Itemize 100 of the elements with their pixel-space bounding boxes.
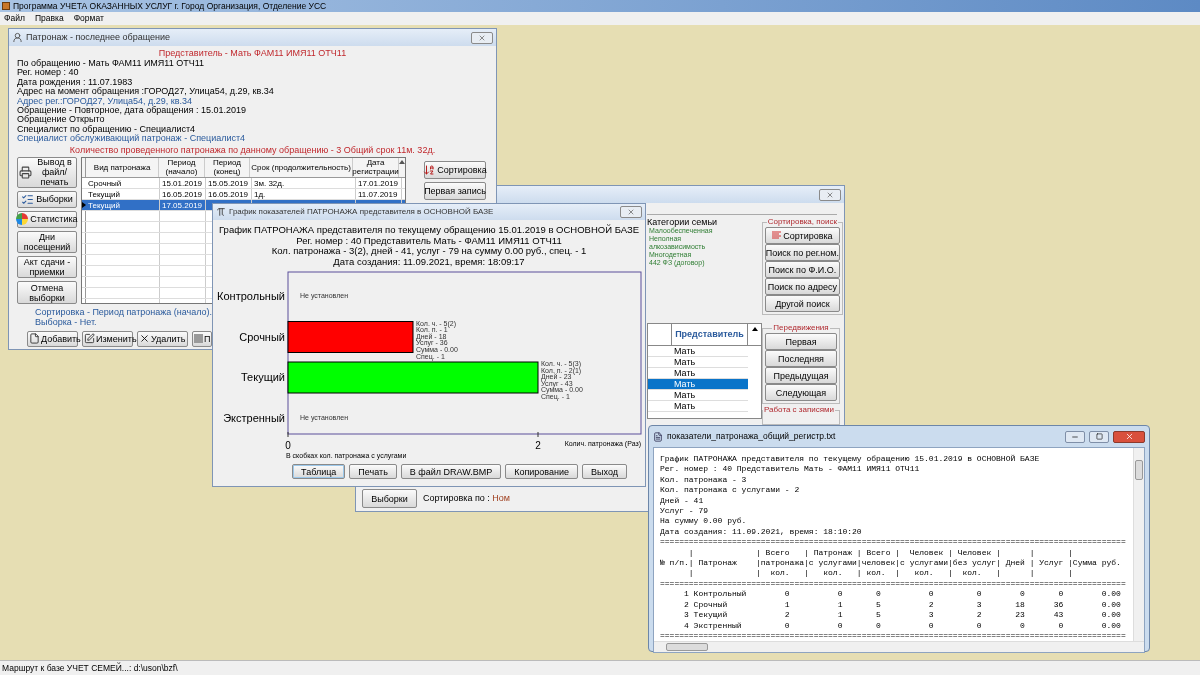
table-row[interactable]: Мать (648, 401, 748, 412)
window-title: Патронаж - последнее обращение (26, 30, 172, 44)
pi-icon (216, 207, 226, 217)
table-row[interactable]: Срочный 15.01.2019 15.05.2019 3м. 32д. 17.01.2019 (82, 177, 405, 189)
table-cell: Текущий (86, 188, 160, 199)
delete-icon (139, 333, 150, 345)
app-title: Программа УЧЕТА ОКАЗАННЫХ УСЛУГ г. Город Организация, Отделение УСС (13, 0, 327, 12)
side-button[interactable]: Статистика (17, 211, 77, 228)
info-line: Обращение - Повторное, дата обращения : 15.01.2019 (17, 106, 247, 116)
search-button[interactable]: Поиск по рег.ном. (764, 244, 840, 261)
navigation-button[interactable]: Последняя (765, 350, 837, 367)
menu-item[interactable]: Формат (73, 12, 104, 25)
search-button[interactable]: Сортировка (764, 227, 840, 244)
search-button[interactable]: Поиск по Ф.И.О. (764, 261, 840, 278)
info-line: Адрес на момент обращения :ГОРОД27, Улица54, д.29, кв.34 (17, 87, 274, 97)
table-cell: 1д. (252, 188, 356, 199)
sort-label: Сортировка по : Ном (423, 491, 510, 505)
maximize-button[interactable] (1089, 430, 1109, 443)
status-note: Сортировка - Период патронажа (начало). (35, 306, 213, 318)
chart-button[interactable]: Выход (582, 464, 627, 479)
chart-button[interactable]: Таблица (292, 464, 346, 479)
status-text: Маршрут к базе УЧЕТ СЕМЕЙ...: d:\uson\bzf\ (2, 661, 178, 675)
table-cell: 16.05.2019 (206, 188, 252, 199)
column-header: Представитель (672, 324, 748, 345)
table-row[interactable]: Мать (648, 390, 748, 401)
chart-header-line: Кол. патронажа - 3(2), дней - 41, услуг - 79 на сумму 0.00 руб., спец. - 1 (271, 246, 587, 257)
chart-button[interactable]: Копирование (505, 464, 579, 479)
person-icon (12, 32, 23, 43)
close-icon (826, 190, 834, 199)
pie-chart-icon (16, 213, 29, 226)
table-cell: 17.05.2019 (160, 199, 206, 210)
menu-item[interactable]: Правка (34, 12, 64, 25)
info-line: Обращение Открыто (17, 115, 105, 125)
category-label: Срочный (239, 330, 285, 343)
table-cell: Текущий (86, 199, 160, 210)
side-button[interactable]: Выборки (17, 191, 77, 208)
table-row[interactable]: Мать (648, 357, 748, 368)
search-button[interactable]: Поиск по адресу (764, 278, 840, 295)
search-button[interactable]: Другой поиск (764, 295, 840, 312)
side-button[interactable]: Дни посещений (17, 231, 77, 254)
column-header: Вид патронажа (85, 157, 160, 177)
navigation-button[interactable]: Следующая (765, 384, 837, 401)
table-row[interactable]: Мать (648, 346, 748, 357)
checklist-icon (21, 193, 35, 206)
navigation-button[interactable]: Первая (765, 333, 837, 350)
axis-tick: 0 (285, 431, 291, 451)
text-line: Кол. патронажа с услугами - 2 (660, 485, 801, 496)
text-line: Услуг - 79 (660, 506, 709, 517)
text-line: ================================================================================================= (660, 630, 1127, 642)
side-button[interactable]: Акт сдачи - приемки (17, 256, 77, 279)
table-cell: 16.05.2019 (160, 188, 206, 199)
table-row[interactable]: Мать (648, 379, 748, 390)
text-line: График ПАТРОНАЖА представителя по текущему обращению 15.01.2019 в ОСНОВНОЙ БАЗЕ (660, 454, 1041, 465)
document-icon (29, 333, 40, 345)
text-line: 1 Контрольный 0 0 0 0 0 0 0 0.00 (683, 589, 1122, 600)
close-icon (627, 208, 635, 216)
vertical-scrollbar[interactable] (1133, 448, 1144, 642)
table-cell: 11.07.2019 (356, 188, 402, 199)
table-cell: 3м. 32д. (252, 177, 356, 188)
row-pointer-icon (82, 201, 86, 208)
chart-button[interactable]: В файл DRAW.BMP (400, 464, 502, 479)
category-label: Контрольный (217, 290, 285, 302)
side-button[interactable]: Вывод в файл/печать (17, 156, 77, 188)
text-line: ================================================================================================= (660, 537, 1127, 548)
scroll-up-icon (751, 327, 758, 331)
notepad-icon (653, 431, 663, 442)
table-cell: Срочный (86, 177, 160, 188)
chart-header-line: График ПАТРОНАЖА представителя по текущему обращению 15.01.2019 в ОСНОВНОЙ БАЗЕ (219, 225, 639, 236)
side-button[interactable]: Первая запись (424, 181, 486, 200)
table-cell-text: Мать (673, 357, 696, 367)
x-tick-label: 0 (285, 440, 292, 451)
representative-heading: Представитель - Мать ФАМ11 ИМЯ11 ОТЧ11 (157, 48, 348, 59)
text-line: | | Всего | Патронаж | Всего | Человек | Человек | | | (687, 547, 1074, 559)
chart-button[interactable]: Печать (349, 464, 397, 479)
action-button[interactable]: П (192, 330, 212, 347)
menu-item[interactable]: Файл (4, 12, 25, 25)
action-button[interactable]: Удалить (137, 330, 188, 347)
close-button[interactable] (819, 188, 841, 201)
reset-selection-button[interactable]: Выборки (362, 489, 417, 508)
table-cell-text: Мать (673, 368, 696, 378)
text-line: 4 Экстренный 0 0 0 0 0 0 0 0.00 (683, 620, 1122, 631)
table-row[interactable]: Текущий 16.05.2019 16.05.2019 1д. 11.07.2019 (82, 188, 405, 200)
close-button[interactable] (1113, 430, 1145, 443)
maximize-icon (1095, 433, 1103, 440)
table-cell-text: Мать (673, 379, 696, 389)
minimize-button[interactable] (1065, 430, 1085, 443)
text-line: На сумму 0.00 руб. (660, 516, 748, 527)
navigation-button[interactable]: Предыдущая (765, 367, 837, 384)
horizontal-scrollbar[interactable] (654, 641, 1144, 653)
side-button[interactable]: Отмена выборки (17, 281, 77, 304)
info-line: Адрес рег.:ГОРОД27, Улица54, д.29, кв.34 (17, 96, 193, 107)
text-line: № п/п.| Патронаж |патронажа|с услугами|человек|с услугами|без услуг| Дней | Услуг |Сумма руб. (660, 558, 1122, 569)
text-line: Дата создания: 11.09.2021, время: 18:10:20 (660, 526, 863, 538)
close-button[interactable] (620, 206, 642, 218)
text-line: 3 Текущий 2 1 5 3 2 23 43 0.00 (683, 610, 1122, 621)
close-button[interactable] (471, 31, 493, 44)
side-button[interactable]: Сортировка (424, 160, 486, 179)
group-title: Передвижения (772, 323, 830, 333)
column-header: Период (конец) (204, 157, 251, 177)
column-header: Период (начало) (159, 157, 205, 177)
